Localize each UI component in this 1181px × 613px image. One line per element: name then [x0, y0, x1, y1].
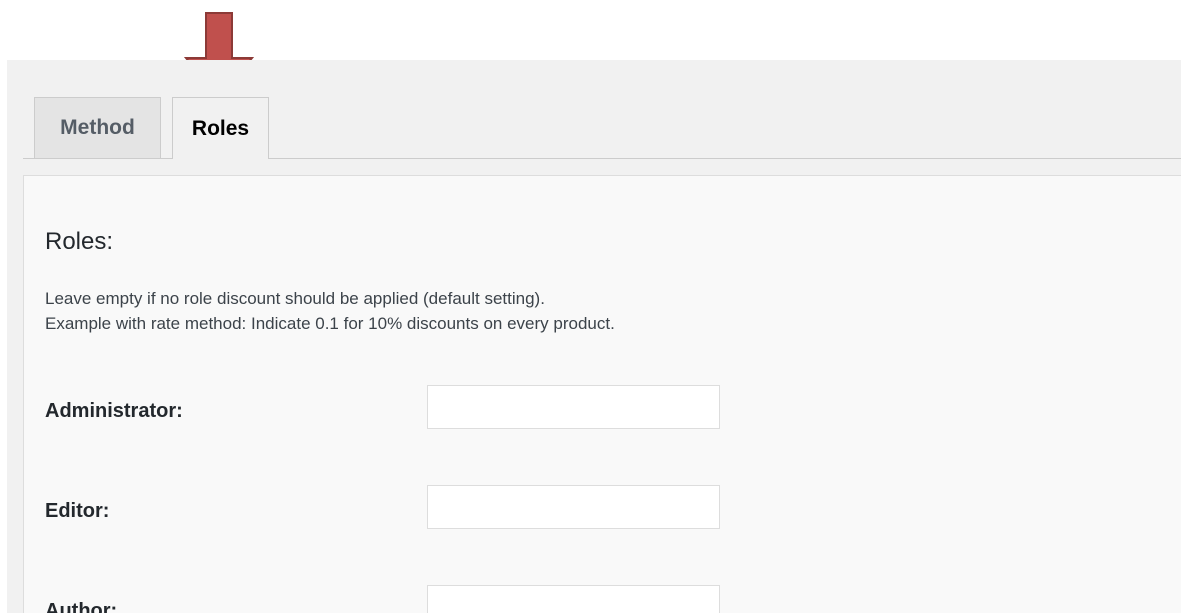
author-input[interactable]: [427, 585, 720, 613]
roles-panel: Roles: Leave empty if no role discount s…: [23, 175, 1181, 613]
help-text: Leave empty if no role discount should b…: [45, 286, 615, 336]
administrator-input[interactable]: [427, 385, 720, 429]
editor-label: Editor:: [45, 500, 110, 522]
help-line-example: Example with rate method: Indicate 0.1 f…: [45, 314, 615, 333]
editor-input[interactable]: [427, 485, 720, 529]
administrator-label: Administrator:: [45, 400, 183, 422]
tab-bar: Method Roles: [23, 60, 1181, 159]
tab-method-label: Method: [60, 116, 135, 139]
author-label: Author:: [45, 600, 118, 613]
help-line-empty: Leave empty if no role discount should b…: [45, 289, 545, 308]
tab-roles-label: Roles: [191, 116, 250, 140]
tab-roles[interactable]: Roles: [172, 97, 269, 159]
settings-area: Method Roles Roles: Leave empty if no ro…: [7, 60, 1181, 613]
tab-method[interactable]: Method: [34, 97, 161, 158]
section-title: Roles:: [45, 228, 114, 255]
